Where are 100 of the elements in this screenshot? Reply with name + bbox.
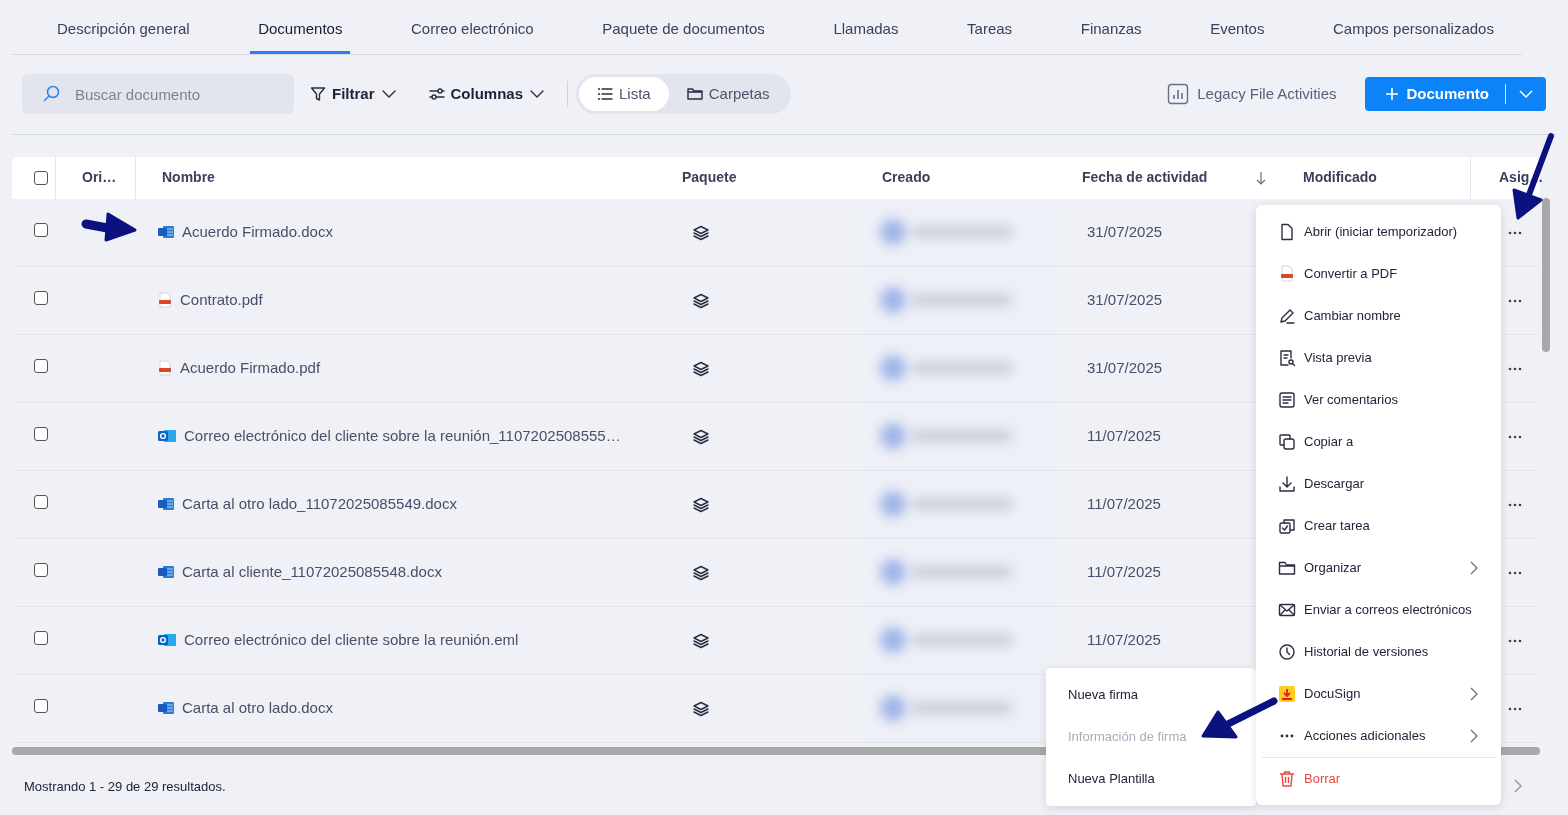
filter-button[interactable]: Filtrar [298,78,409,110]
word-file-icon [158,497,174,511]
file-name[interactable]: Acuerdo Firmado.pdf [180,356,321,380]
more-icon[interactable] [1508,366,1522,371]
new-document-button[interactable]: Documento [1364,77,1546,111]
layers-icon [693,360,709,377]
ellipsis-icon [1280,734,1294,738]
layers-icon [693,496,709,513]
mail-file-icon [158,428,176,444]
menu-item[interactable]: Cambiar nombre [1262,295,1495,337]
chevron-right-icon [1469,728,1479,744]
menu-item[interactable]: Organizar [1262,547,1495,589]
more-icon[interactable] [1508,706,1522,711]
column-header[interactable]: Modificado [1303,167,1377,188]
row-checkbox[interactable] [34,562,48,577]
more-icon[interactable] [1508,434,1522,439]
pencil-icon [1278,307,1296,325]
tab[interactable]: Llamadas [825,0,907,54]
view-tab[interactable]: Carpetas [668,76,788,112]
row-checkbox[interactable] [34,290,48,305]
folder-icon [1278,559,1296,577]
tab[interactable]: Descripción general [49,0,198,54]
menu-item[interactable]: Historial de versiones [1262,631,1495,673]
activity-date: 31/07/2025 [1087,222,1163,240]
row-checkbox[interactable] [34,358,48,373]
plus-icon [1384,87,1399,101]
file-name[interactable]: Carta al otro lado.docx [182,696,333,720]
tab[interactable]: Finanzas [1072,0,1150,54]
row-checkbox[interactable] [34,494,48,509]
file-name[interactable]: Correo electrónico del cliente sobre la reunión.eml [184,628,519,652]
file-name[interactable]: Carta al otro lado_11072025085549.docx [182,492,457,516]
tab[interactable]: Documentos [250,0,351,54]
file-name[interactable]: Acuerdo Firmado.docx [182,220,333,244]
file-name[interactable]: Correo electrónico del cliente sobre la reunión_1107202508555… [184,424,621,448]
activity-date: 11/07/2025 [1087,494,1161,512]
menu-item[interactable]: Abrir (iniciar temporizador) [1262,211,1495,253]
column-header[interactable]: Ori… [82,167,117,188]
row-checkbox[interactable] [34,222,48,237]
layers-icon [693,564,709,581]
copy-icon [1278,433,1296,451]
pdf-file-icon [158,360,172,376]
menu-item[interactable]: Ver comentarios [1262,379,1495,421]
menu-item[interactable]: DocuSign [1262,673,1495,715]
clock-icon [1278,643,1296,661]
menu-item[interactable]: Vista previa [1262,337,1495,379]
activity-date: 11/07/2025 [1087,630,1161,648]
submenu-item[interactable]: Nueva firma [1046,674,1256,716]
activity-date: 31/07/2025 [1087,358,1163,376]
view-tab[interactable]: Lista [579,76,669,112]
more-icon[interactable] [1508,298,1522,303]
layers-icon [693,700,709,717]
column-header[interactable]: Paquete [682,167,737,188]
menu-item[interactable]: Copiar a [1262,421,1495,463]
pdf-file-icon [158,292,172,308]
columns-button[interactable]: Columnas [416,78,558,110]
menu-item[interactable]: Acciones adicionales [1262,715,1495,757]
row-checkbox[interactable] [34,426,48,441]
column-header[interactable]: Creado [882,167,931,188]
tab[interactable]: Eventos [1202,0,1273,54]
menu-item[interactable]: Convertir a PDF [1262,253,1495,295]
file-name[interactable]: Carta al cliente_11072025085548.docx [182,560,442,584]
legacy-activities-link[interactable]: Legacy File Activities [1161,81,1343,107]
more-icon[interactable] [1508,502,1522,507]
more-icon[interactable] [1508,230,1522,235]
column-header[interactable]: Fecha de actividad [1082,167,1208,188]
sliders-icon [428,86,445,102]
select-all-checkbox[interactable] [34,170,48,185]
file-name[interactable]: Contrato.pdf [180,288,263,312]
layers-icon [693,428,709,445]
more-icon[interactable] [1508,638,1522,643]
activity-date: 11/07/2025 [1087,562,1161,580]
menu-item[interactable]: Crear tarea [1262,505,1495,547]
activity-date: 11/07/2025 [1087,426,1161,444]
trash-icon [1278,769,1296,788]
row-checkbox[interactable] [34,630,48,645]
mail-file-icon [158,632,176,648]
row-checkbox[interactable] [34,698,48,713]
submenu-item[interactable]: Nueva Plantilla [1046,758,1256,800]
menu-item[interactable]: Borrar [1262,757,1495,799]
file-icon [1278,223,1296,241]
tab[interactable]: Tareas [959,0,1021,54]
results-summary: Mostrando 1 - 29 de 29 resultados. [24,778,226,794]
column-header[interactable]: Nombre [162,167,215,188]
envelope-icon [1278,601,1296,619]
menu-item[interactable]: Descargar [1262,463,1495,505]
more-icon[interactable] [1508,570,1522,575]
download-icon [1278,475,1296,493]
tab[interactable]: Paquete de documentos [594,0,773,54]
search-icon [42,85,60,103]
layers-icon [693,632,709,649]
menu-item[interactable]: Enviar a correos electrónicos [1262,589,1495,631]
search-field[interactable]: Buscar documento [22,74,294,114]
tab[interactable]: Correo electrónico [403,0,542,54]
list-icon [597,86,614,102]
vertical-scrollbar[interactable] [1542,198,1550,352]
folder-icon [686,86,703,102]
tab[interactable]: Campos personalizados [1325,0,1502,54]
pdf-file-icon [1278,265,1296,283]
word-file-icon [158,565,174,579]
docusign-icon [1278,685,1296,703]
